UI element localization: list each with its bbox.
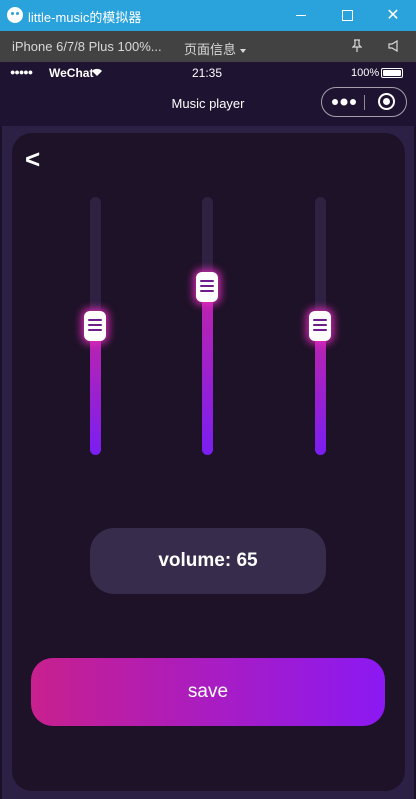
close-window-button[interactable]: ✕ [370, 0, 416, 31]
page-info-dropdown[interactable]: 页面信息 [184, 39, 247, 58]
device-selector[interactable]: iPhone 6/7/8 Plus 100%... [12, 39, 162, 54]
battery-percent: 100% [351, 67, 380, 79]
mini-program-capsule [321, 87, 407, 117]
close-mini-program-icon[interactable] [378, 93, 395, 110]
pin-icon[interactable] [352, 39, 362, 53]
slider-handle[interactable] [196, 272, 218, 302]
window-title-bar: little-music的模拟器 ✕ [0, 0, 416, 31]
wifi-icon [92, 68, 102, 76]
carrier-label: WeChat [49, 66, 94, 80]
minimize-icon [296, 15, 306, 16]
chevron-down-icon [240, 48, 247, 53]
slider-handle[interactable] [84, 311, 106, 341]
speaker-icon[interactable] [388, 40, 400, 52]
slider-fill [202, 287, 213, 455]
window-title: little-music的模拟器 [28, 10, 142, 25]
battery-icon [381, 68, 403, 78]
maximize-button[interactable] [324, 0, 370, 31]
close-icon: ✕ [386, 6, 400, 24]
slider-fill [90, 326, 101, 455]
slider-handle[interactable] [309, 311, 331, 341]
minimize-button[interactable] [278, 0, 324, 31]
capsule-divider [364, 95, 365, 110]
more-options-icon[interactable] [332, 98, 356, 106]
page-info-label: 页面信息 [184, 42, 237, 57]
volume-display: volume: 65 [90, 528, 326, 594]
status-bar: ●●●●● WeChat 21:35 100% [0, 62, 416, 84]
slider-fill [315, 326, 326, 455]
signal-icon: ●●●●● [10, 67, 33, 77]
wechat-icon [7, 7, 23, 23]
status-time: 21:35 [192, 66, 223, 80]
maximize-icon [341, 10, 353, 21]
volume-slider-1[interactable] [84, 197, 106, 455]
volume-slider-3[interactable] [309, 197, 331, 455]
back-button[interactable]: < [25, 146, 47, 172]
simulator-toolbar: iPhone 6/7/8 Plus 100%... 页面信息 [0, 31, 416, 62]
volume-slider-2[interactable] [196, 197, 218, 455]
save-button[interactable]: save [31, 658, 385, 726]
